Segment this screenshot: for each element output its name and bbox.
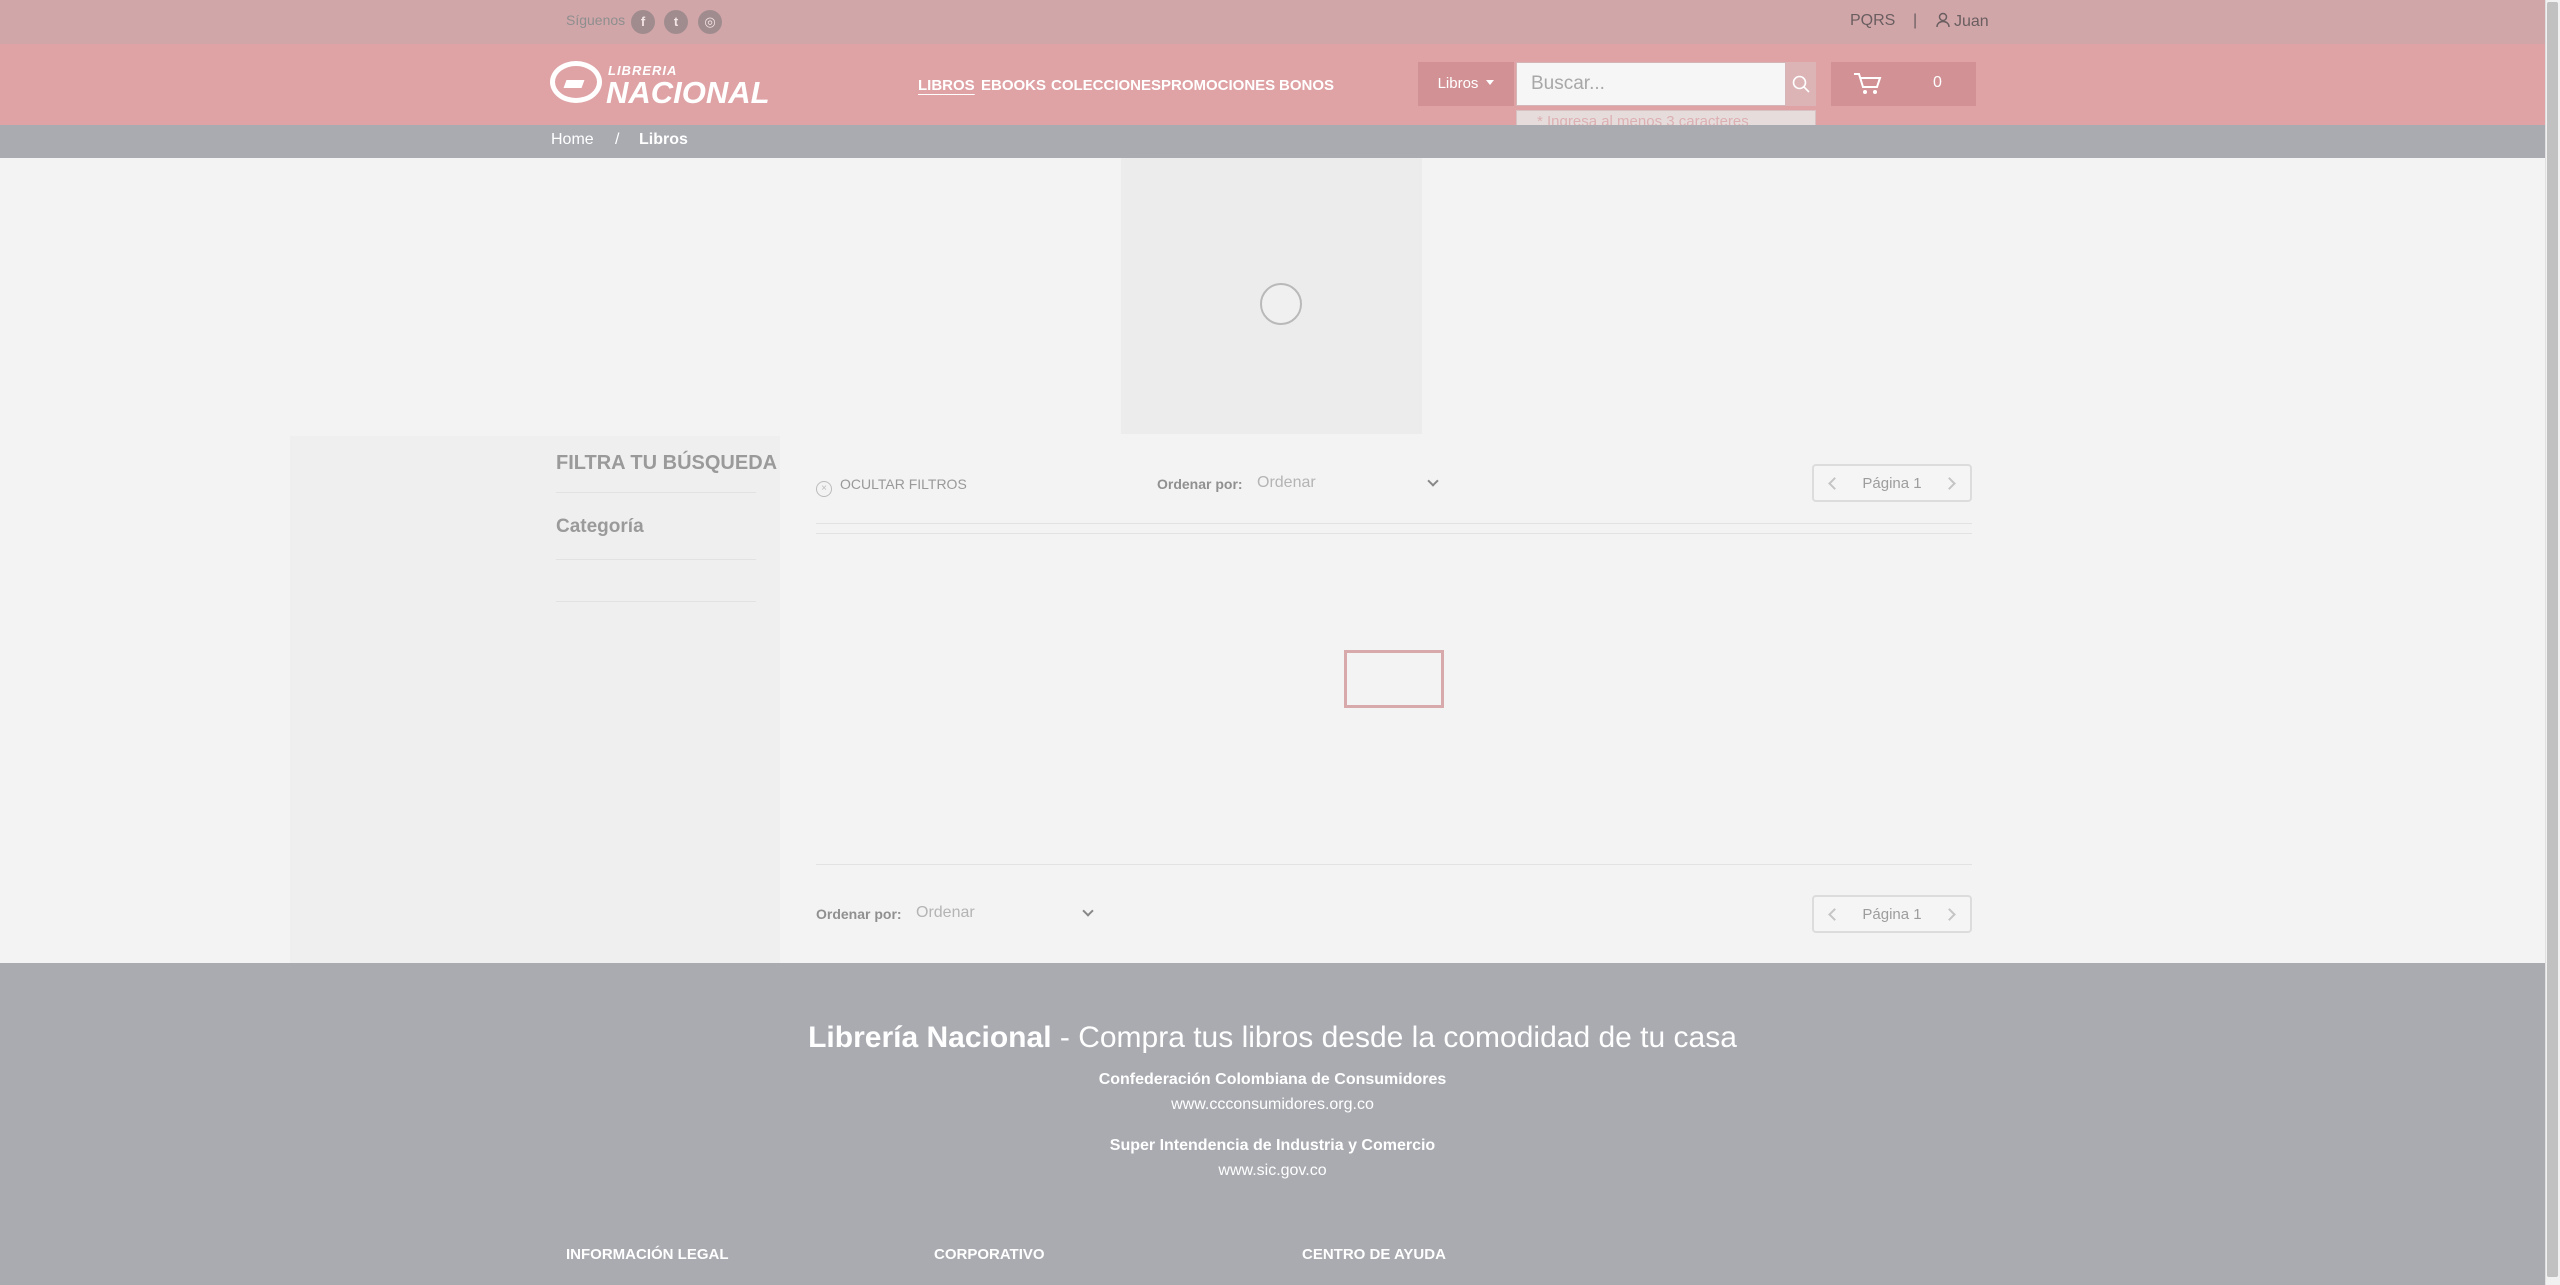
chevron-down-icon <box>1427 475 1439 487</box>
divider <box>816 533 1972 534</box>
loading-spinner-icon <box>1260 283 1302 325</box>
pqrs-link[interactable]: PQRS <box>1850 12 1895 30</box>
products-loader <box>1344 650 1444 708</box>
footer-col-ayuda: CENTRO DE AYUDA <box>1302 1246 1446 1263</box>
site-logo[interactable]: LIBRERIA NACIONAL <box>550 59 770 110</box>
search-button[interactable] <box>1786 62 1816 106</box>
filter-sidebar <box>290 436 780 963</box>
footer-col-legal: INFORMACIÓN LEGAL <box>566 1246 729 1263</box>
search-icon <box>1792 75 1810 93</box>
facebook-icon[interactable]: f <box>631 10 655 34</box>
follow-label: Síguenos <box>566 12 626 28</box>
instagram-icon[interactable]: ◎ <box>698 10 722 34</box>
cart-icon <box>1854 73 1882 94</box>
footer-org-ccc: Confederación Colombiana de Consumidores <box>1098 1071 1447 1088</box>
nav-bonos[interactable]: BONOS <box>1279 77 1334 94</box>
hide-filters-label: OCULTAR FILTROS <box>840 476 967 492</box>
nav-promociones[interactable]: PROMOCIONES <box>1161 77 1275 94</box>
breadcrumb-separator: / <box>615 131 620 148</box>
logo-text-big: NACIONAL <box>606 75 770 110</box>
breadcrumb: Home / Libros <box>0 125 2545 158</box>
twitter-icon[interactable]: t <box>664 10 688 34</box>
divider <box>556 601 756 602</box>
user-icon <box>1936 12 1950 28</box>
filter-title: FILTRA TU BÚSQUEDA <box>556 452 778 474</box>
top-bar: Síguenos f t ◎ PQRS | Juan <box>0 0 2545 44</box>
footer-link-ccc[interactable]: www.ccconsumidores.org.co <box>0 1096 2545 1114</box>
footer-col-corporativo: CORPORATIVO <box>934 1246 1045 1263</box>
order-label: Ordenar por: <box>1157 476 1243 492</box>
pagination-bottom: Página 1 <box>1812 895 1972 933</box>
footer-org-sic: Super Intendencia de Industria y Comerci… <box>1109 1137 1436 1154</box>
filter-category-toggle[interactable]: Categoría <box>556 516 644 538</box>
chevron-down-icon <box>1082 905 1094 917</box>
close-circle-icon: × <box>816 481 832 497</box>
order-select-value: Ordenar <box>916 904 975 921</box>
logo-mark-icon <box>550 61 602 103</box>
nav-libros[interactable]: LIBROS <box>918 77 975 94</box>
breadcrumb-home[interactable]: Home <box>551 131 594 149</box>
nav-colecciones[interactable]: COLECCIONES <box>1051 77 1161 94</box>
cart-button[interactable]: 0 <box>1831 62 1976 106</box>
scrollbar-thumb[interactable] <box>2547 2 2558 1277</box>
footer-link-sic[interactable]: www.sic.gov.co <box>0 1162 2545 1180</box>
order-select-value: Ordenar <box>1257 474 1316 491</box>
divider <box>816 523 1972 524</box>
topbar-separator: | <box>1913 12 1918 29</box>
cart-count: 0 <box>1933 74 1942 91</box>
site-footer: Librería Nacional - Compra tus libros de… <box>0 963 2545 1285</box>
search-input[interactable] <box>1516 62 1786 106</box>
breadcrumb-current: Libros <box>639 131 688 148</box>
order-select-bottom[interactable]: Ordenar <box>916 904 1094 926</box>
nav-ebooks[interactable]: EBOOKS <box>981 77 1046 94</box>
user-name: Juan <box>1954 13 1989 30</box>
divider <box>556 492 756 493</box>
footer-tagline: Librería Nacional - Compra tus libros de… <box>0 1021 2545 1055</box>
pagination-top: Página 1 <box>1812 464 1972 502</box>
divider <box>556 559 756 560</box>
category-banner <box>1121 158 1422 434</box>
footer-tagline-text: - Compra tus libros desde la comodidad d… <box>1051 1021 1737 1054</box>
main-header: LIBRERIA NACIONAL LIBROS EBOOKS COLECCIO… <box>0 44 2545 134</box>
order-label-bottom: Ordenar por: <box>816 906 902 922</box>
search-category-dropdown[interactable]: Libros <box>1418 62 1514 106</box>
divider <box>816 864 1972 865</box>
hide-filters-button[interactable]: × OCULTAR FILTROS <box>816 476 967 497</box>
order-select[interactable]: Ordenar <box>1257 474 1439 496</box>
footer-brand: Librería Nacional <box>808 1021 1052 1054</box>
user-account-link[interactable]: Juan <box>1936 12 1989 31</box>
